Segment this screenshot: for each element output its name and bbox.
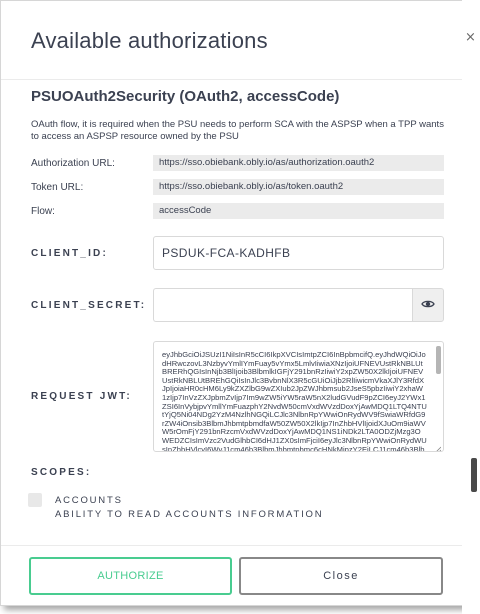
scope-accounts-description: ABILITY TO READ ACCOUNTS INFORMATION [55,509,324,520]
authorization-dialog: Available authorizations PSUOAuth2Securi… [0,0,472,606]
authorization-url-value: https://sso.obiebank.obly.io/as/authoriz… [153,155,444,171]
authorization-url-label: Authorization URL: [31,158,115,169]
background-scrollbar-thumb [471,458,477,492]
scope-accounts-checkbox[interactable] [28,493,42,507]
request-jwt-label: REQUEST JWT: [31,391,132,402]
eye-icon [421,296,435,314]
flow-value: accessCode [153,203,444,219]
scheme-description: OAuth flow, it is required when the PSU … [31,119,444,142]
request-jwt-value: eyJhbGciOiJSUzI1NiIsInR5cCI6IkpXVCIsImtp… [162,350,427,452]
request-jwt-textarea[interactable]: eyJhbGciOiJSUzI1NiIsInR5cCI6IkpXVCIsImtp… [153,341,444,452]
background-page-edge [462,0,480,614]
resize-grip-icon[interactable] [433,441,442,451]
footer-divider [1,545,463,546]
flow-label: Flow: [31,206,55,217]
client-secret-input[interactable] [153,288,412,322]
client-id-label: CLIENT_ID: [31,248,108,259]
token-url-label: Token URL: [31,182,84,193]
scopes-label: SCOPES: [31,467,92,478]
jwt-scrollbar-thumb[interactable] [436,346,441,374]
authorize-button[interactable]: AUTHORIZE [29,557,232,595]
close-button[interactable]: Close [239,557,443,595]
client-id-input[interactable]: PSDUK-FCA-KADHFB [153,236,444,270]
show-secret-button[interactable] [412,288,444,322]
dialog-header: Available authorizations [1,1,463,80]
client-secret-label: CLIENT_SECRET: [31,300,147,311]
close-icon[interactable]: × [465,30,476,45]
scheme-name: PSUOAuth2Security (OAuth2, accessCode) [31,88,340,105]
scope-accounts-name: ACCOUNTS [55,495,123,506]
dialog-title: Available authorizations [31,28,268,53]
token-url-value: https://sso.obiebank.obly.io/as/token.oa… [153,179,444,195]
jwt-scrollbar[interactable] [434,344,441,449]
